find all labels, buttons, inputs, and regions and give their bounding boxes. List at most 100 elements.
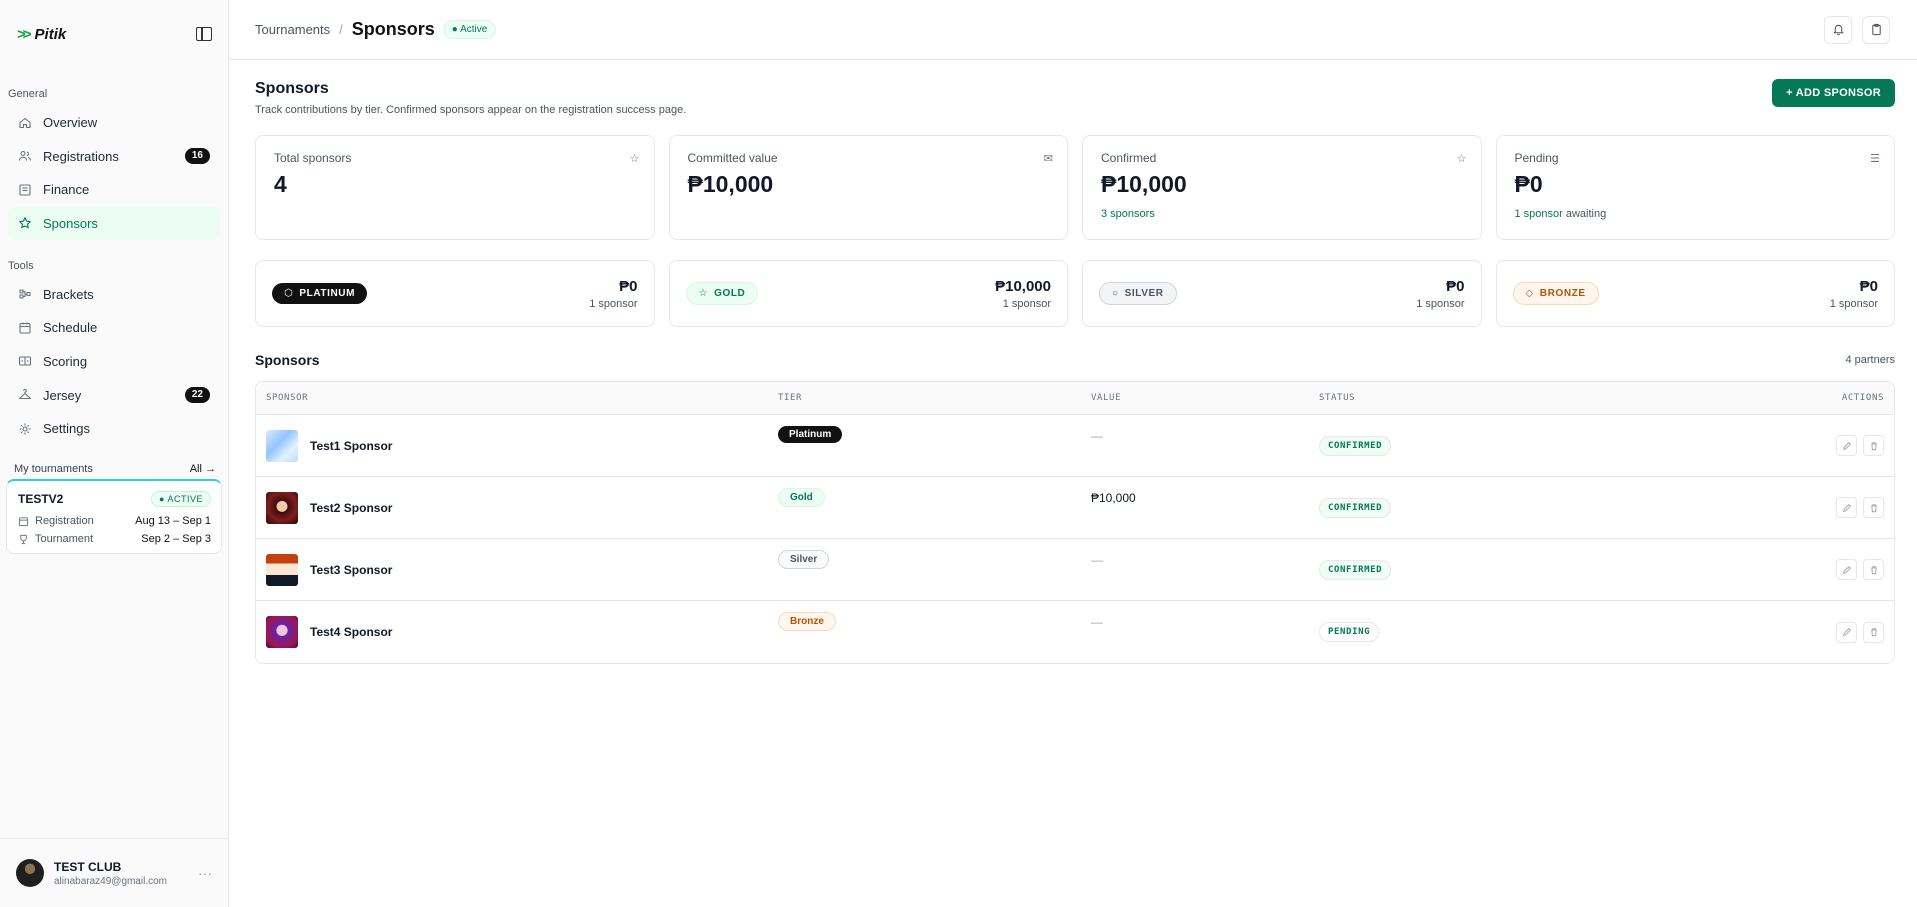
table-row: Test2 Sponsor Gold ₱10,000 CONFIRMED [256, 477, 1894, 539]
add-sponsor-button[interactable]: + ADD SPONSOR [1772, 79, 1895, 107]
stat-footnote: 1 sponsor awaiting [1515, 208, 1877, 220]
delete-button[interactable] [1863, 559, 1884, 580]
row-actions [1684, 435, 1884, 456]
gold-icon: ☆ [698, 288, 709, 299]
tier-badge: ○ SILVER [1099, 282, 1177, 305]
tier-cell: Bronze [778, 601, 1091, 663]
sidebar-item-registrations[interactable]: Registrations 16 [8, 140, 220, 173]
stat-value: ₱10,000 [1101, 171, 1187, 197]
breadcrumb-separator: / [339, 22, 343, 37]
tournament-card[interactable]: TESTV2 ● ACTIVE Registration Aug 13 – Se… [6, 479, 222, 554]
user-menu[interactable]: TEST CLUB alinabaraz49@gmail.com ··· [0, 838, 228, 907]
status-badge: PENDING [1319, 622, 1380, 642]
tier-value: ₱0 [1446, 277, 1465, 295]
edit-button[interactable] [1836, 621, 1857, 643]
sidebar-item-label: Settings [43, 421, 90, 437]
tier-cell: Gold [778, 477, 1091, 538]
sponsor-name[interactable]: Test2 Sponsor [310, 501, 392, 515]
my-tournaments-label: My tournaments [14, 463, 93, 475]
edit-button[interactable] [1836, 435, 1857, 456]
ledger-icon [18, 183, 32, 197]
stat-value: ₱0 [1514, 171, 1543, 197]
sidebar-item-brackets[interactable]: Brackets [8, 278, 220, 311]
logo-row: >> Pitik [0, 0, 228, 68]
column-header-tier: TIER [778, 393, 803, 403]
tier-value: ₱0 [1859, 277, 1878, 295]
status-badge: ● Active [442, 20, 497, 39]
gear-icon [18, 422, 32, 436]
sponsor-value: ₱10,000 [1091, 491, 1136, 505]
page-title: Sponsors [255, 80, 329, 97]
stat-card-pending: Pending ₱0 1 sponsor awaiting ☰ [1495, 135, 1895, 240]
my-tournaments-header: My tournaments All → [6, 463, 222, 479]
sponsor-name[interactable]: Test3 Sponsor [310, 563, 392, 577]
tier-card-silver[interactable]: ○ SILVER ₱0 1 sponsor [1082, 260, 1482, 327]
delete-button[interactable] [1863, 497, 1884, 518]
sponsors-list-header: Sponsors 4 partners [255, 352, 1895, 368]
sidebar-item-finance[interactable]: Finance [8, 173, 220, 206]
breadcrumb-tournaments[interactable]: Tournaments [255, 22, 330, 37]
stats-grid: Total sponsors 4 ☆ Committed value ₱10,000 ✉ C… [255, 135, 1895, 240]
clipboard-icon [1871, 23, 1881, 36]
sidebar-item-jersey[interactable]: Jersey 22 [8, 379, 220, 412]
sidebar-item-label: Schedule [43, 320, 98, 336]
column-header-actions: ACTIONS [1841, 393, 1884, 403]
tier-summary: ₱0 1 sponsor [1416, 278, 1464, 310]
list-icon: ☰ [1870, 153, 1880, 165]
clipboard-button[interactable] [1862, 15, 1890, 44]
edit-button[interactable] [1836, 497, 1857, 518]
stat-card-total-sponsors: Total sponsors 4 ☆ [255, 135, 655, 240]
registration-row: Registration Aug 13 – Sep 1 [18, 515, 211, 527]
edit-button[interactable] [1836, 559, 1857, 580]
tournament-row: Tournament Sep 2 – Sep 3 [18, 533, 211, 545]
table-header: SPONSOR TIER VALUE STATUS ACTIONS [256, 382, 1894, 415]
registration-dates: Aug 13 – Sep 1 [135, 515, 211, 527]
brand-logo[interactable]: >> Pitik [17, 26, 66, 43]
sidebar-item-schedule[interactable]: Schedule [8, 311, 220, 344]
more-options-icon[interactable]: ··· [198, 865, 212, 881]
stat-value: 4 [274, 171, 287, 197]
tier-card-gold[interactable]: ☆ GOLD ₱10,000 1 sponsor [668, 260, 1068, 327]
stat-label: Confirmed [1101, 151, 1157, 165]
star-outline-icon: ☆ [629, 153, 640, 165]
tier-value: ₱10,000 [995, 277, 1051, 295]
sidebar-item-label: Sponsors [43, 215, 98, 231]
tier-count: 1 sponsor [589, 297, 638, 310]
count-badge: 16 [184, 148, 210, 165]
row-actions [1684, 621, 1884, 643]
sponsor-name[interactable]: Test1 Sponsor [310, 439, 392, 453]
home-icon [18, 116, 32, 130]
my-tournaments: My tournaments All → TESTV2 ● ACTIVE Reg… [6, 463, 222, 554]
delete-button[interactable] [1863, 435, 1884, 456]
delete-button[interactable] [1863, 621, 1884, 643]
sidebar-toggle-icon[interactable] [196, 27, 212, 41]
all-tournaments-link[interactable]: All → [190, 463, 216, 475]
page-subtitle: Track contributions by tier. Confirmed s… [255, 104, 687, 116]
bracket-icon [18, 287, 32, 301]
value-cell: — [1091, 415, 1319, 476]
tier-card-platinum[interactable]: ⬡ PLATINUM ₱0 1 sponsor [255, 260, 655, 327]
brand-mark-icon: >> [17, 25, 31, 43]
calendar-icon [18, 516, 29, 526]
sidebar-item-overview[interactable]: Overview [8, 106, 220, 139]
sidebar-item-label: Registrations [43, 148, 119, 164]
sidebar-item-scoring[interactable]: Scoring [8, 345, 220, 378]
tournament-name: TESTV2 [18, 492, 64, 506]
sidebar: >> Pitik General Overview Registrations 16… [0, 0, 229, 907]
tier-tag: Silver [778, 550, 830, 569]
sponsor-name[interactable]: Test4 Sponsor [310, 625, 392, 639]
notifications-button[interactable] [1824, 15, 1852, 44]
tier-summary: ₱0 1 sponsor [589, 278, 637, 310]
tier-summary: ₱10,000 1 sponsor [995, 278, 1051, 310]
tier-name: PLATINUM [299, 288, 356, 299]
trash-icon [1870, 628, 1877, 637]
value-cell: — [1091, 601, 1319, 663]
tiers-grid: ⬡ PLATINUM ₱0 1 sponsor ☆ GOLD ₱10,000 1 sponso… [255, 260, 1895, 327]
sidebar-item-sponsors[interactable]: Sponsors [8, 206, 220, 240]
sidebar-item-settings[interactable]: Settings [8, 412, 220, 445]
tier-card-bronze[interactable]: ◇ BRONZE ₱0 1 sponsor [1495, 260, 1895, 327]
pencil-icon [1842, 628, 1851, 636]
sponsor-logo [266, 553, 298, 586]
user-name: TEST CLUB [54, 859, 122, 874]
star-icon: ☆ [1456, 153, 1467, 165]
